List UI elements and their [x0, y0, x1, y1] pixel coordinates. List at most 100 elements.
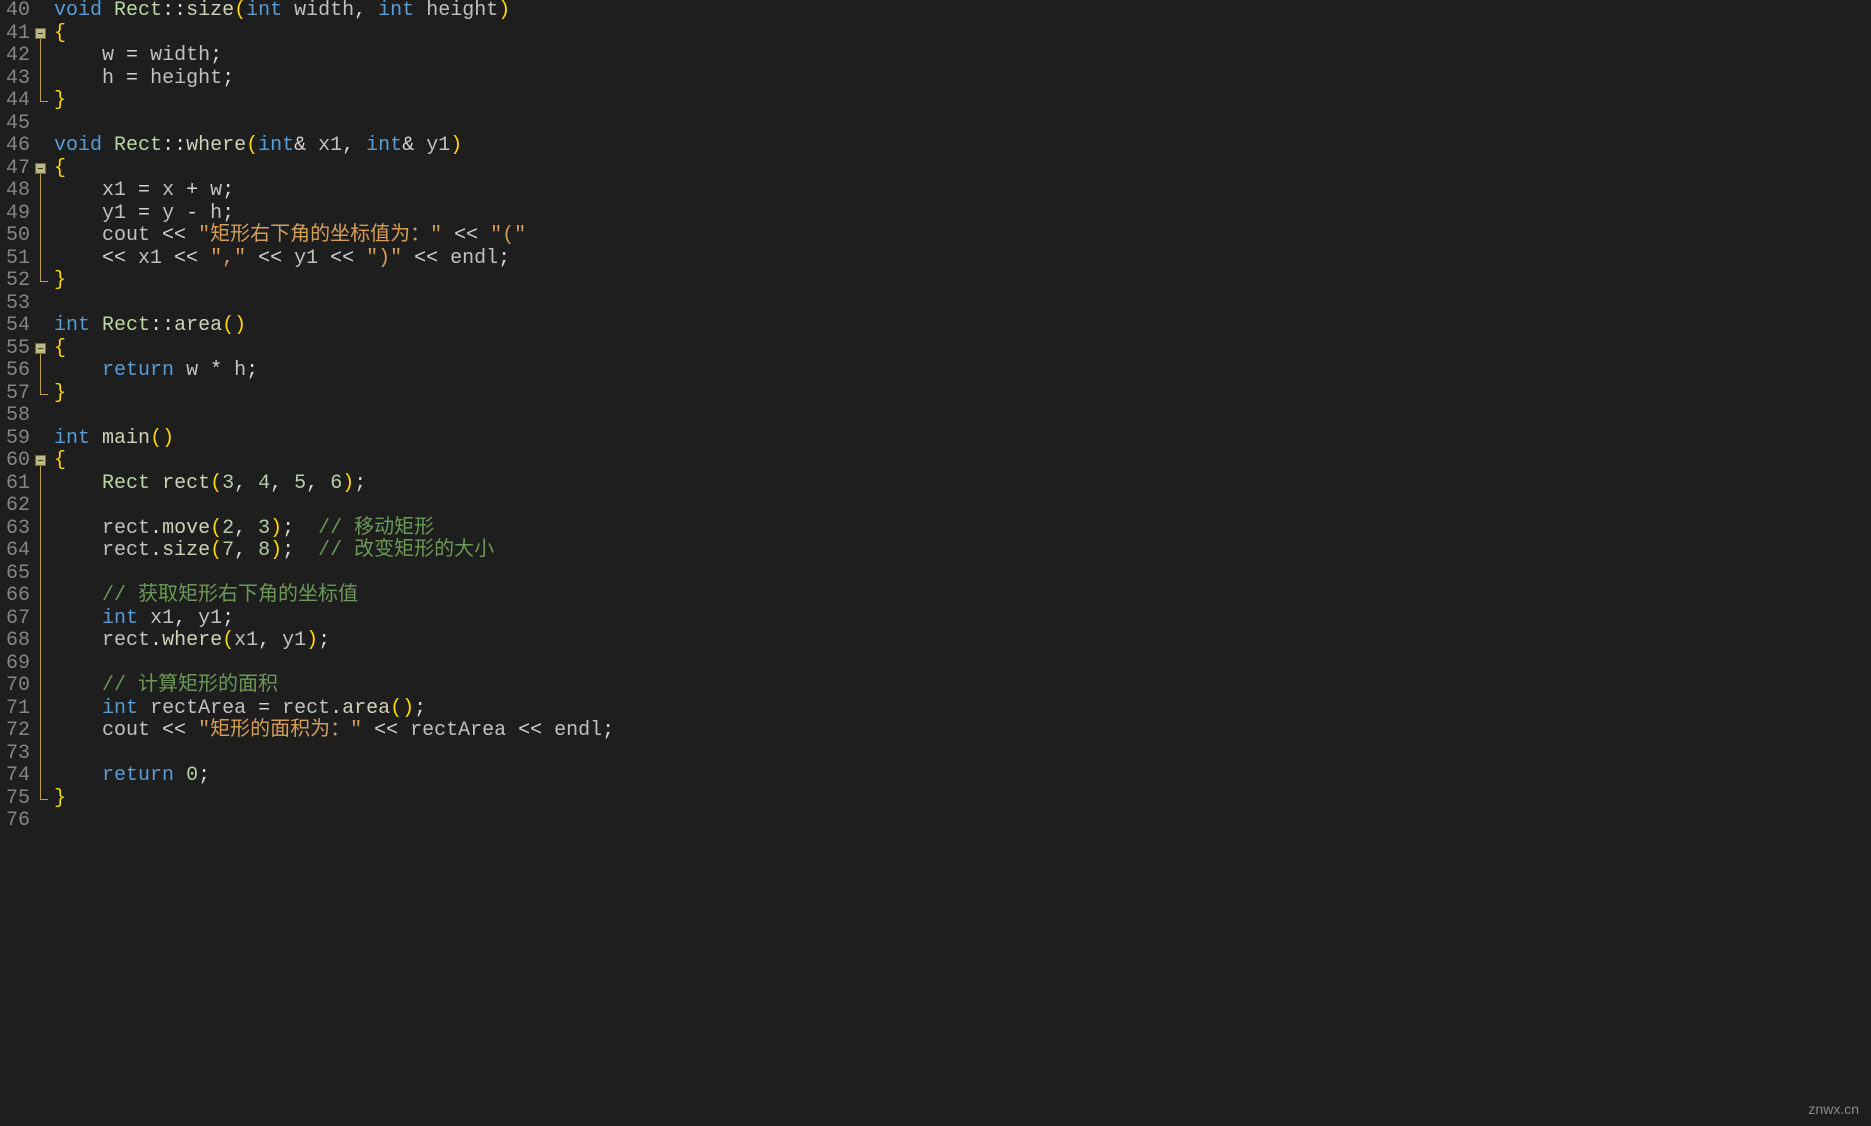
token-fn: rect [162, 472, 210, 495]
token-punc: << [246, 247, 294, 270]
token-kw: void [54, 134, 102, 157]
token-fn: where [186, 134, 246, 157]
code-line[interactable]: return w * h; [54, 360, 614, 383]
token-cmt: // 移动矩形 [318, 517, 434, 540]
token-punc: ; [222, 202, 234, 225]
token-punc: , [270, 472, 294, 495]
code-area[interactable]: void Rect::size(int width, int height){ … [48, 0, 614, 833]
line-number: 66 [6, 585, 30, 608]
code-line[interactable]: { [54, 23, 614, 46]
token-punc: << [362, 719, 410, 742]
token-paren: ( [234, 0, 246, 22]
fold-toggle-icon[interactable] [35, 28, 46, 39]
code-line[interactable]: int rectArea = rect.area(); [54, 698, 614, 721]
code-line[interactable]: { [54, 450, 614, 473]
code-line[interactable]: w = width; [54, 45, 614, 68]
token-paren: ) [498, 0, 510, 22]
token-punc: ; [198, 764, 210, 787]
line-number: 73 [6, 743, 30, 766]
code-line[interactable] [54, 293, 614, 316]
code-line[interactable] [54, 563, 614, 586]
token-punc [138, 607, 150, 630]
code-line[interactable] [54, 653, 614, 676]
token-brace: } [54, 787, 66, 810]
fold-toggle-icon[interactable] [35, 163, 46, 174]
code-line[interactable]: cout << "矩形的面积为：" << rectArea << endl; [54, 720, 614, 743]
token-punc: = [114, 67, 150, 90]
code-line[interactable]: << x1 << "," << y1 << ")" << endl; [54, 248, 614, 271]
code-line[interactable]: int main() [54, 428, 614, 451]
code-line[interactable]: int x1, y1; [54, 608, 614, 631]
code-line[interactable] [54, 113, 614, 136]
token-punc: , [342, 134, 366, 157]
code-editor[interactable]: 4041424344454647484950515253545556575859… [0, 0, 1871, 833]
token-paren: ( [222, 629, 234, 652]
line-number: 40 [6, 0, 30, 23]
code-line[interactable] [54, 810, 614, 833]
token-brace: { [54, 449, 66, 472]
line-number: 45 [6, 113, 30, 136]
fold-toggle-icon[interactable] [35, 343, 46, 354]
token-type: int [378, 0, 414, 22]
code-line[interactable]: } [54, 90, 614, 113]
code-line[interactable]: void Rect::size(int width, int height) [54, 0, 614, 23]
code-line[interactable]: } [54, 383, 614, 406]
token-punc: << [442, 224, 490, 247]
code-line[interactable]: { [54, 338, 614, 361]
code-line[interactable]: x1 = x + w; [54, 180, 614, 203]
token-punc [54, 44, 102, 67]
line-number: 65 [6, 563, 30, 586]
token-id: y1 [426, 134, 450, 157]
line-number: 42 [6, 45, 30, 68]
token-type: int [246, 0, 282, 22]
code-line[interactable] [54, 495, 614, 518]
token-type: int [102, 697, 138, 720]
code-line[interactable]: // 获取矩形右下角的坐标值 [54, 585, 614, 608]
line-number: 61 [6, 473, 30, 496]
fold-guide [40, 354, 41, 394]
code-line[interactable]: h = height; [54, 68, 614, 91]
token-id: x1 [150, 607, 174, 630]
token-str: "矩形右下角的坐标值为：" [198, 224, 442, 247]
token-punc [102, 0, 114, 22]
code-line[interactable] [54, 743, 614, 766]
code-line[interactable]: } [54, 270, 614, 293]
code-line[interactable]: cout << "矩形右下角的坐标值为：" << "(" [54, 225, 614, 248]
token-id: y1 [294, 247, 318, 270]
code-line[interactable]: } [54, 788, 614, 811]
code-line[interactable]: y1 = y - h; [54, 203, 614, 226]
code-line[interactable]: return 0; [54, 765, 614, 788]
code-line[interactable]: // 计算矩形的面积 [54, 675, 614, 698]
fold-column[interactable] [34, 0, 48, 833]
token-punc: ; [602, 719, 614, 742]
code-line[interactable]: rect.size(7, 8); // 改变矩形的大小 [54, 540, 614, 563]
token-paren: ( [210, 517, 222, 540]
token-punc: = [114, 44, 150, 67]
code-line[interactable]: Rect rect(3, 4, 5, 6); [54, 473, 614, 496]
line-number: 63 [6, 518, 30, 541]
token-str: "," [210, 247, 246, 270]
token-punc [54, 697, 102, 720]
token-punc [54, 472, 102, 495]
code-line[interactable]: { [54, 158, 614, 181]
token-punc [54, 359, 102, 382]
code-line[interactable] [54, 405, 614, 428]
token-fn: move [162, 517, 210, 540]
code-line[interactable]: void Rect::where(int& x1, int& y1) [54, 135, 614, 158]
token-fn: size [162, 539, 210, 562]
token-paren: () [390, 697, 414, 720]
token-id: endl [450, 247, 498, 270]
token-id: y1 [198, 607, 222, 630]
token-paren: ( [210, 539, 222, 562]
fold-guide-end [40, 281, 48, 282]
token-punc: << [506, 719, 554, 742]
code-line[interactable]: rect.where(x1, y1); [54, 630, 614, 653]
fold-toggle-icon[interactable] [35, 455, 46, 466]
token-punc [54, 607, 102, 630]
line-number: 53 [6, 293, 30, 316]
code-line[interactable]: int Rect::area() [54, 315, 614, 338]
code-line[interactable]: rect.move(2, 3); // 移动矩形 [54, 518, 614, 541]
token-punc: :: [162, 0, 186, 22]
fold-guide-end [40, 799, 48, 800]
token-punc: ; [222, 607, 234, 630]
